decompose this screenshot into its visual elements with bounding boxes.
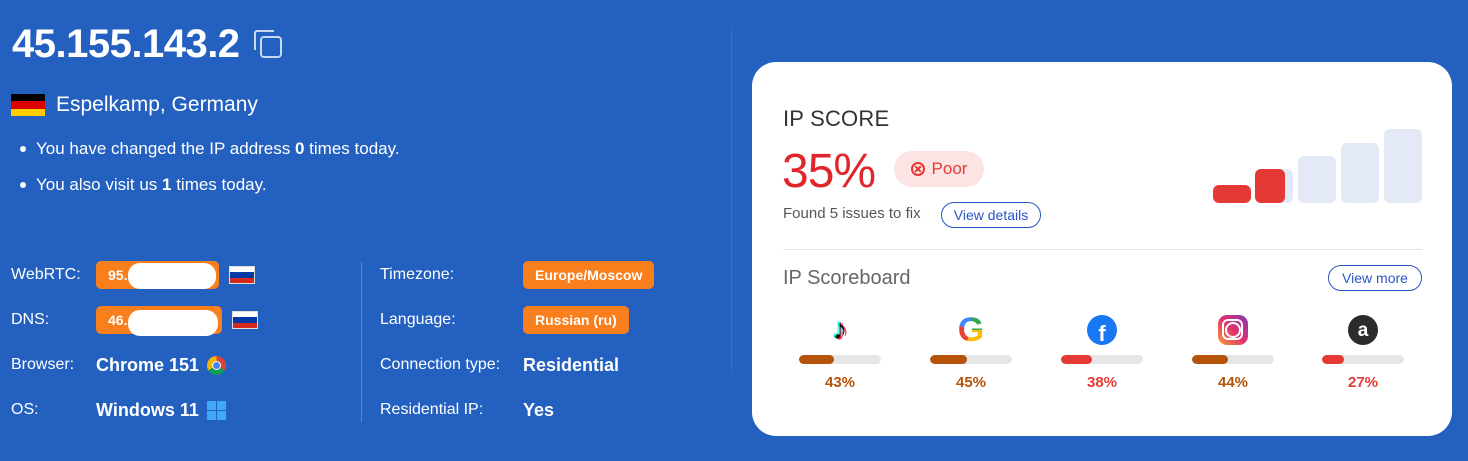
site-score: 45% xyxy=(955,374,987,391)
connection-row: Connection type: Residential xyxy=(380,350,619,380)
russia-flag-icon xyxy=(229,266,255,284)
visit-notes: You have changed the IP address 0 times … xyxy=(20,136,400,208)
language-row: Language: Russian (ru) xyxy=(380,305,629,335)
browser-label: Browser: xyxy=(11,356,75,373)
meter-bar-5 xyxy=(1384,129,1422,203)
amazon-icon: a xyxy=(1347,314,1379,346)
site-score: 43% xyxy=(824,374,856,391)
meter-bar-3 xyxy=(1298,156,1336,203)
language-value: Russian (ru) xyxy=(523,306,629,334)
germany-flag-icon xyxy=(11,94,45,116)
rating-text: Poor xyxy=(931,159,968,178)
score-fill xyxy=(1322,355,1345,364)
meter-bar-2 xyxy=(1255,169,1285,203)
site-google: G 45% xyxy=(930,311,1012,391)
ip-address: 45.155.143.2 xyxy=(12,22,240,66)
site-score: 27% xyxy=(1347,374,1379,391)
view-more-button[interactable]: View more xyxy=(1328,265,1422,291)
score-track xyxy=(1192,355,1274,364)
location-text: Espelkamp, Germany xyxy=(56,93,258,116)
dns-row: DNS: 46. xyxy=(11,305,258,336)
tiktok-icon: ♪ xyxy=(832,313,848,346)
score-track xyxy=(1061,355,1143,364)
details-divider xyxy=(361,262,362,422)
score-value: 35% xyxy=(782,145,876,198)
visit-count-note: You also visit us 1 times today. xyxy=(20,172,400,208)
meter-bar-4 xyxy=(1341,143,1379,203)
facebook-icon: f xyxy=(1086,314,1118,346)
timezone-label: Timezone: xyxy=(380,266,455,283)
issues-text: Found 5 issues to fix xyxy=(783,205,921,222)
windows-icon xyxy=(206,400,226,420)
browser-value: Chrome 151 xyxy=(96,354,200,375)
dns-value: 46. xyxy=(96,306,222,336)
x-circle-icon xyxy=(910,162,925,176)
score-track xyxy=(1322,355,1404,364)
redaction xyxy=(128,310,218,336)
location: Espelkamp, Germany xyxy=(11,93,258,117)
redaction xyxy=(128,263,216,289)
site-tiktok: ♪ 43% xyxy=(799,314,881,391)
score-fill xyxy=(1192,355,1229,364)
site-instagram: 44% xyxy=(1192,314,1274,391)
meter-bar-1 xyxy=(1213,185,1251,203)
os-value: Windows 11 xyxy=(96,399,199,420)
score-fill xyxy=(799,355,835,364)
ip-header: 45.155.143.2 xyxy=(12,22,284,67)
timezone-row: Timezone: Europe/Moscow xyxy=(380,260,655,290)
view-details-button[interactable]: View details xyxy=(941,202,1041,228)
site-facebook: f 38% xyxy=(1061,314,1143,391)
card-divider xyxy=(783,249,1422,250)
site-amazon: a 27% xyxy=(1322,314,1404,391)
site-score: 44% xyxy=(1217,374,1249,391)
os-label: OS: xyxy=(11,401,39,418)
language-label: Language: xyxy=(380,311,456,328)
rating-badge: Poor xyxy=(894,151,984,187)
timezone-value: Europe/Moscow xyxy=(523,261,655,289)
russia-flag-icon xyxy=(232,311,258,329)
google-icon: G xyxy=(957,311,985,349)
ip-score-card: IP SCORE 35% Poor Found 5 issues to fix … xyxy=(752,62,1452,436)
scoreboard-title: IP Scoreboard xyxy=(783,267,911,289)
residential-label: Residential IP: xyxy=(380,401,484,418)
ip-change-note: You have changed the IP address 0 times … xyxy=(20,136,400,172)
webrtc-label: WebRTC: xyxy=(11,266,81,283)
webrtc-row: WebRTC: 95. xyxy=(11,260,255,290)
column-divider xyxy=(731,30,732,370)
instagram-icon xyxy=(1217,314,1249,346)
score-title: IP SCORE xyxy=(783,106,890,131)
residential-value: Yes xyxy=(523,399,555,420)
dns-label: DNS: xyxy=(11,311,50,328)
score-fill xyxy=(930,355,967,364)
connection-label: Connection type: xyxy=(380,356,501,373)
connection-value: Residential xyxy=(523,354,620,375)
site-score: 38% xyxy=(1086,374,1118,391)
os-row: OS: Windows 11 xyxy=(11,395,226,425)
webrtc-value: 95. xyxy=(96,261,219,289)
copy-icon[interactable] xyxy=(253,29,284,60)
browser-row: Browser: Chrome 151 xyxy=(11,350,227,380)
score-track xyxy=(799,355,881,364)
score-fill xyxy=(1061,355,1093,364)
score-track xyxy=(930,355,1012,364)
residential-row: Residential IP: Yes xyxy=(380,395,554,425)
chrome-icon xyxy=(207,355,227,375)
